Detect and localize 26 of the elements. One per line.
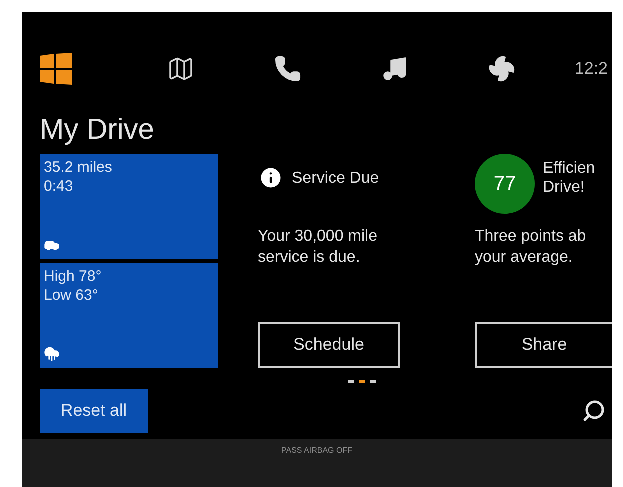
reset-all-button[interactable]: Reset all [40, 389, 148, 433]
tile-text: 0:43 [44, 177, 74, 196]
tile-text: 35.2 miles [44, 158, 114, 177]
bezel-label: PASS AIRBAG OFF [282, 445, 352, 457]
card-text: Three points ab [475, 227, 588, 247]
clock: 12:2 [574, 58, 608, 80]
trip-tile[interactable]: 35.2 miles 0:43 [40, 154, 218, 259]
phone-icon [274, 55, 302, 83]
card-heading: Service Due [292, 168, 380, 188]
card-button[interactable]: Share [475, 322, 612, 368]
windows-logo-icon [40, 53, 72, 85]
tile-text: High 78° [44, 267, 103, 286]
page-title: My Drive [39, 113, 156, 148]
card-button[interactable]: Schedule [258, 322, 400, 368]
card-text: Your 30,000 mile service is due. [258, 227, 378, 268]
tile-text: Low 63° [44, 286, 100, 305]
card-heading: Efficien [543, 159, 596, 178]
search-icon[interactable] [582, 399, 606, 423]
cloud-rain-icon [44, 346, 60, 362]
weather-tile[interactable]: High 78° Low 63° [40, 263, 218, 368]
fan-icon [488, 55, 516, 83]
card-text: your average. [475, 248, 574, 268]
map-icon [166, 55, 195, 83]
info-icon [258, 165, 284, 191]
card-heading: Drive! [543, 178, 586, 197]
music-note-icon [380, 55, 409, 83]
